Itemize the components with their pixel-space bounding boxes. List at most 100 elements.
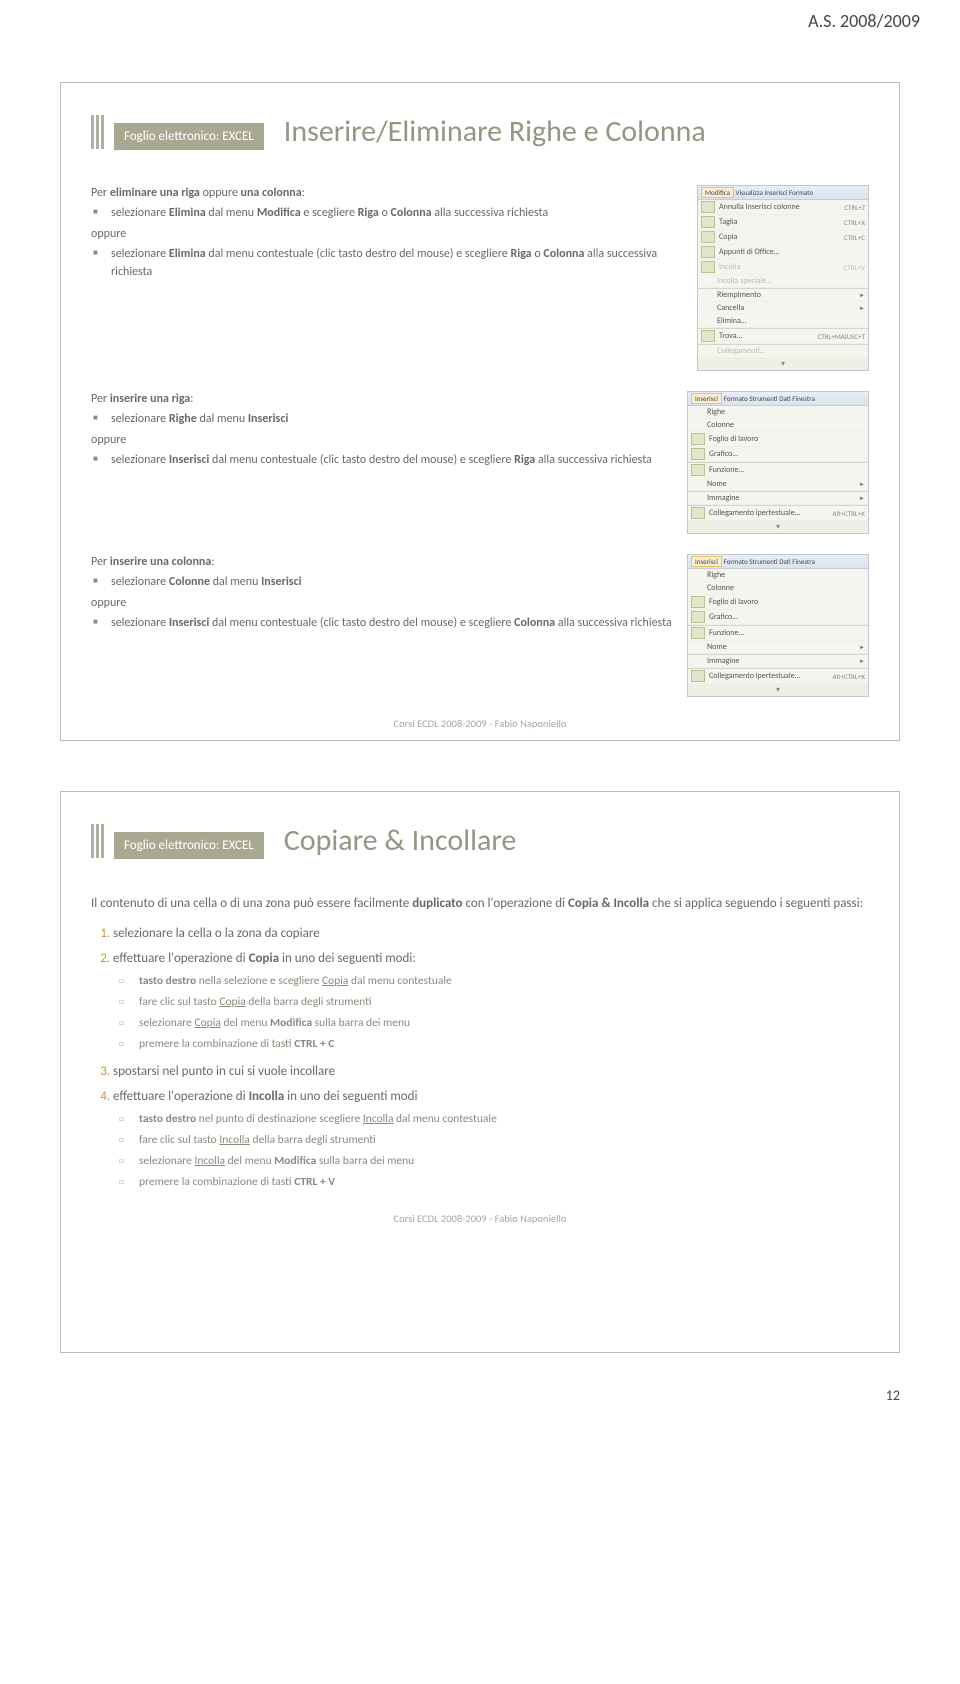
menu-row: Collegamento ipertestuale…Alt+CTRL+K: [688, 668, 868, 684]
sec3-bullet2: selezionare Inserisci dal menu contestua…: [109, 615, 672, 632]
menu-row: Collegamenti…: [698, 344, 868, 358]
expand-arrow-icon: ▾: [698, 358, 868, 370]
slide2-body: Il contenuto di una cella o di una zona …: [91, 894, 869, 1192]
step2-sub-b: fare clic sul tasto Copia della barra de…: [135, 994, 869, 1011]
menu-strumenti: Strumenti: [749, 394, 777, 403]
menu-row: Elimina…: [698, 315, 868, 328]
slide-inserire-eliminare: Foglio elettronico: EXCEL Inserire/Elimi…: [60, 82, 900, 741]
menu-inserisci: Inserisci: [691, 393, 722, 404]
menu-finestra: Finestra: [792, 394, 815, 403]
clipboard-icon: [701, 246, 715, 258]
section-inserire-colonna: Per inserire una colonna: selezionare Co…: [91, 554, 869, 697]
menu-row: Annulla Inserisci colonneCTRL+Z: [698, 200, 868, 215]
expand-arrow-icon: ▾: [688, 521, 868, 533]
menu-dati: Dati: [779, 394, 791, 403]
sec3-lead: Per inserire una colonna:: [91, 554, 672, 571]
sec2-bullet1: selezionare Righe dal menu Inserisci: [109, 411, 672, 428]
menu-row: Nome: [688, 641, 868, 654]
menu-row: Incolla speciale…: [698, 275, 868, 288]
menu-row: Riempimento: [698, 288, 868, 302]
sheet-icon: [691, 433, 705, 445]
slide-copiare-incollare: Foglio elettronico: EXCEL Copiare & Inco…: [60, 791, 900, 1353]
step-3: spostarsi nel punto in cui si vuole inco…: [113, 1062, 869, 1082]
menu-formato: Formato: [724, 557, 748, 566]
sheet-icon: [691, 596, 705, 608]
link-icon: [691, 507, 705, 519]
sec3-oppure: oppure: [91, 595, 672, 612]
sec2-lead: Per inserire una riga:: [91, 391, 672, 408]
menu-row: Colonne: [688, 582, 868, 595]
expand-arrow-icon: ▾: [688, 684, 868, 696]
menu-row: TagliaCTRL+X: [698, 215, 868, 230]
mock-menubar: Inserisci Formato Strumenti Dati Finestr…: [688, 555, 868, 569]
slide2-intro: Il contenuto di una cella o di una zona …: [91, 894, 869, 914]
menu-row: Cancella: [698, 302, 868, 315]
menu-modifica: Modifica: [701, 187, 734, 198]
sec1-oppure: oppure: [91, 226, 682, 243]
copy-icon: [701, 231, 715, 243]
mock-menubar: Modifica Visualizza Inserisci Formato: [698, 186, 868, 200]
step-1: selezionare la cella o la zona da copiar…: [113, 924, 869, 944]
slide1-footer: Corsi ECDL 2008-2009 - Fabio Naponiello: [91, 717, 869, 730]
step-2: effettuare l'operazione di Copia in uno …: [113, 949, 869, 1054]
menu-row: IncollaCTRL+V: [698, 260, 868, 275]
chart-icon: [691, 611, 705, 623]
gutter-bars-icon: [91, 824, 104, 858]
step2-sub-a: tasto destro nella selezione e scegliere…: [135, 973, 869, 990]
slide2-badge: Foglio elettronico: EXCEL: [114, 832, 264, 859]
menu-row: Appunti di Office…: [698, 245, 868, 260]
step2-sub-d: premere la combinazione di tasti CTRL + …: [135, 1036, 869, 1053]
menu-row: Immagine: [688, 654, 868, 668]
undo-icon: [701, 201, 715, 213]
menu-strumenti: Strumenti: [749, 557, 777, 566]
step-4: effettuare l'operazione di Incolla in un…: [113, 1087, 869, 1192]
step2-sub-c: selezionare Copia del menu Modifica sull…: [135, 1015, 869, 1032]
menu-dati: Dati: [779, 557, 791, 566]
menu-row: Funzione…: [688, 625, 868, 641]
sec1-lead: Per eliminare una riga oppure una colonn…: [91, 185, 682, 202]
fx-icon: [691, 464, 705, 476]
mock-menu-inserisci-righe: Inserisci Formato Strumenti Dati Finestr…: [687, 391, 869, 534]
section-inserire-riga: Per inserire una riga: selezionare Righe…: [91, 391, 869, 534]
menu-inserisci: Inserisci: [691, 556, 722, 567]
slide1-badge: Foglio elettronico: EXCEL: [114, 123, 264, 150]
menu-row: Righe: [688, 406, 868, 419]
step4-sub-d: premere la combinazione di tasti CTRL + …: [135, 1174, 869, 1191]
menu-row: Colonne: [688, 419, 868, 432]
mock-menubar: Inserisci Formato Strumenti Dati Finestr…: [688, 392, 868, 406]
slide2-footer: Corsi ECDL 2008-2009 - Fabio Naponiello: [91, 1212, 869, 1225]
menu-row: Foglio di lavoro: [688, 432, 868, 447]
slide1-title: Inserire/Eliminare Righe e Colonna: [284, 113, 706, 150]
fx-icon: [691, 627, 705, 639]
menu-row: Grafico…: [688, 610, 868, 625]
mock-menu-inserisci-colonne: Inserisci Formato Strumenti Dati Finestr…: [687, 554, 869, 697]
menu-inserisci: Inserisci: [764, 188, 787, 197]
menu-row: Nome: [688, 478, 868, 491]
sec1-bullet1: selezionare Elimina dal menu Modifica e …: [109, 205, 682, 222]
page-number: 12: [0, 1383, 960, 1424]
page-header-year: A.S. 2008/2009: [0, 0, 960, 32]
cut-icon: [701, 216, 715, 228]
step4-sub-a: tasto destro nel punto di destinazione s…: [135, 1111, 869, 1128]
menu-row: Trova…CTRL+MAIUSC+T: [698, 328, 868, 344]
menu-row: Grafico…: [688, 447, 868, 462]
sec2-bullet2: selezionare Inserisci dal menu contestua…: [109, 452, 672, 469]
slide2-heading: Foglio elettronico: EXCEL Copiare & Inco…: [91, 822, 869, 859]
section-eliminare: Per eliminare una riga oppure una colonn…: [91, 185, 869, 371]
menu-finestra: Finestra: [792, 557, 815, 566]
menu-row: CopiaCTRL+C: [698, 230, 868, 245]
menu-row: Collegamento ipertestuale…Alt+CTRL+K: [688, 505, 868, 521]
step4-sub-c: selezionare Incolla del menu Modifica su…: [135, 1153, 869, 1170]
menu-formato: Formato: [789, 188, 813, 197]
step4-sub-b: fare clic sul tasto Incolla della barra …: [135, 1132, 869, 1149]
sec1-bullet2: selezionare Elimina dal menu contestuale…: [109, 246, 682, 281]
paste-icon: [701, 261, 715, 273]
sec2-oppure: oppure: [91, 432, 672, 449]
sec3-bullet1: selezionare Colonne dal menu Inserisci: [109, 574, 672, 591]
menu-row: Immagine: [688, 491, 868, 505]
menu-formato: Formato: [724, 394, 748, 403]
menu-row: Foglio di lavoro: [688, 595, 868, 610]
chart-icon: [691, 448, 705, 460]
slide1-heading: Foglio elettronico: EXCEL Inserire/Elimi…: [91, 113, 869, 150]
link-icon: [691, 670, 705, 682]
